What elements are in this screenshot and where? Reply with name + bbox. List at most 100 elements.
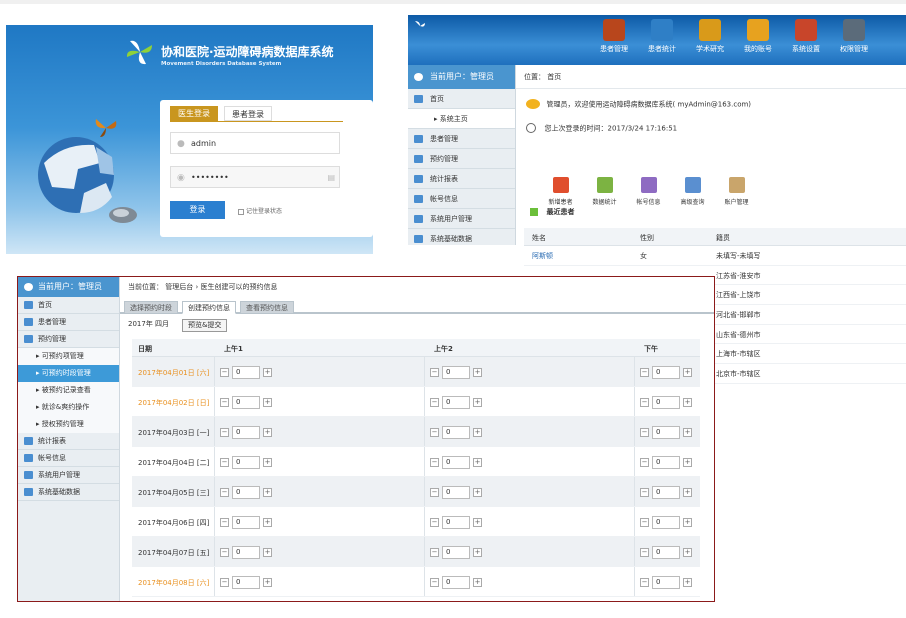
sidebar-item[interactable]: 帐号信息 bbox=[408, 189, 515, 209]
increment-button[interactable]: + bbox=[683, 487, 692, 497]
slot-count-input[interactable]: 0 bbox=[652, 545, 680, 559]
sidebar-item[interactable]: 系统基础数据 bbox=[408, 229, 515, 245]
decrement-button[interactable]: − bbox=[430, 517, 439, 527]
decrement-button[interactable]: − bbox=[640, 397, 649, 407]
nav-permissions[interactable]: 权限管理 bbox=[826, 19, 882, 54]
decrement-button[interactable]: − bbox=[220, 457, 229, 467]
slot-count-input[interactable]: 0 bbox=[442, 515, 470, 529]
slot-count-input[interactable]: 0 bbox=[442, 395, 470, 409]
decrement-button[interactable]: − bbox=[640, 367, 649, 377]
decrement-button[interactable]: − bbox=[430, 367, 439, 377]
increment-button[interactable]: + bbox=[683, 547, 692, 557]
quick-action[interactable]: 账户管理 bbox=[714, 177, 759, 206]
increment-button[interactable]: + bbox=[263, 457, 272, 467]
decrement-button[interactable]: − bbox=[220, 517, 229, 527]
decrement-button[interactable]: − bbox=[430, 577, 439, 587]
increment-button[interactable]: + bbox=[473, 547, 482, 557]
remember-login[interactable]: 记住登录状态 bbox=[238, 206, 282, 215]
increment-button[interactable]: + bbox=[263, 517, 272, 527]
sidebar-item[interactable]: ▸ 就诊&爽约操作 bbox=[18, 399, 119, 416]
slot-count-input[interactable]: 0 bbox=[442, 485, 470, 499]
sidebar-item[interactable]: ▸ 被预约记录查看 bbox=[18, 382, 119, 399]
sidebar-item[interactable]: ▸ 授权预约管理 bbox=[18, 416, 119, 433]
decrement-button[interactable]: − bbox=[430, 397, 439, 407]
decrement-button[interactable]: − bbox=[220, 427, 229, 437]
increment-button[interactable]: + bbox=[263, 577, 272, 587]
slot-count-input[interactable]: 0 bbox=[232, 455, 260, 469]
quick-action[interactable]: 新增患者 bbox=[538, 177, 583, 206]
decrement-button[interactable]: − bbox=[220, 547, 229, 557]
slot-count-input[interactable]: 0 bbox=[442, 455, 470, 469]
decrement-button[interactable]: − bbox=[430, 427, 439, 437]
slot-count-input[interactable]: 0 bbox=[652, 395, 680, 409]
sidebar-item[interactable]: ▸ 系统主页 bbox=[408, 109, 515, 129]
preview-submit-button[interactable]: 预览&提交 bbox=[182, 319, 228, 332]
slot-count-input[interactable]: 0 bbox=[232, 485, 260, 499]
increment-button[interactable]: + bbox=[683, 457, 692, 467]
patient-name[interactable]: 阿斯顿 bbox=[532, 251, 553, 261]
sidebar-item[interactable]: 患者管理 bbox=[18, 314, 119, 331]
increment-button[interactable]: + bbox=[473, 487, 482, 497]
decrement-button[interactable]: − bbox=[220, 577, 229, 587]
slot-count-input[interactable]: 0 bbox=[232, 545, 260, 559]
increment-button[interactable]: + bbox=[263, 547, 272, 557]
decrement-button[interactable]: − bbox=[640, 427, 649, 437]
sidebar-item[interactable]: 首页 bbox=[408, 89, 515, 109]
decrement-button[interactable]: − bbox=[430, 487, 439, 497]
slot-count-input[interactable]: 0 bbox=[652, 425, 680, 439]
slot-count-input[interactable]: 0 bbox=[652, 485, 680, 499]
increment-button[interactable]: + bbox=[473, 367, 482, 377]
username-input[interactable]: ● admin bbox=[170, 132, 340, 154]
decrement-button[interactable]: − bbox=[220, 487, 229, 497]
sidebar-item[interactable]: 系统用户管理 bbox=[408, 209, 515, 229]
slot-count-input[interactable]: 0 bbox=[442, 545, 470, 559]
increment-button[interactable]: + bbox=[263, 397, 272, 407]
tab-create-appointment[interactable]: 创建预约信息 bbox=[182, 301, 236, 314]
login-button[interactable]: 登录 bbox=[170, 201, 225, 219]
slot-count-input[interactable]: 0 bbox=[652, 515, 680, 529]
decrement-button[interactable]: − bbox=[640, 547, 649, 557]
tab-patient-login[interactable]: 患者登录 bbox=[224, 106, 272, 121]
slot-count-input[interactable]: 0 bbox=[652, 575, 680, 589]
slot-count-input[interactable]: 0 bbox=[442, 365, 470, 379]
increment-button[interactable]: + bbox=[683, 427, 692, 437]
keyboard-icon[interactable]: ▤ bbox=[327, 173, 335, 182]
sidebar-item[interactable]: 首页 bbox=[18, 297, 119, 314]
decrement-button[interactable]: − bbox=[640, 517, 649, 527]
decrement-button[interactable]: − bbox=[430, 547, 439, 557]
slot-count-input[interactable]: 0 bbox=[442, 425, 470, 439]
sidebar-item[interactable]: 统计报表 bbox=[18, 433, 119, 450]
increment-button[interactable]: + bbox=[473, 427, 482, 437]
quick-action[interactable]: 数据统计 bbox=[582, 177, 627, 206]
decrement-button[interactable]: − bbox=[640, 487, 649, 497]
decrement-button[interactable]: − bbox=[640, 577, 649, 587]
increment-button[interactable]: + bbox=[473, 517, 482, 527]
decrement-button[interactable]: − bbox=[220, 397, 229, 407]
sidebar-item[interactable]: ▸ 可预约项管理 bbox=[18, 348, 119, 365]
increment-button[interactable]: + bbox=[683, 517, 692, 527]
increment-button[interactable]: + bbox=[683, 397, 692, 407]
slot-count-input[interactable]: 0 bbox=[652, 455, 680, 469]
decrement-button[interactable]: − bbox=[640, 457, 649, 467]
sidebar-item[interactable]: 帐号信息 bbox=[18, 450, 119, 467]
decrement-button[interactable]: − bbox=[220, 367, 229, 377]
slot-count-input[interactable]: 0 bbox=[652, 365, 680, 379]
sidebar-item[interactable]: 系统基础数据 bbox=[18, 484, 119, 501]
password-input[interactable]: ◉ •••••••• ▤ bbox=[170, 166, 340, 188]
slot-count-input[interactable]: 0 bbox=[442, 575, 470, 589]
slot-count-input[interactable]: 0 bbox=[232, 425, 260, 439]
slot-count-input[interactable]: 0 bbox=[232, 395, 260, 409]
tab-view-appointment[interactable]: 查看预约信息 bbox=[240, 301, 294, 314]
slot-count-input[interactable]: 0 bbox=[232, 365, 260, 379]
increment-button[interactable]: + bbox=[263, 427, 272, 437]
increment-button[interactable]: + bbox=[473, 457, 482, 467]
quick-action[interactable]: 高级查询 bbox=[670, 177, 715, 206]
slot-count-input[interactable]: 0 bbox=[232, 575, 260, 589]
increment-button[interactable]: + bbox=[473, 397, 482, 407]
sidebar-item[interactable]: 预约管理 bbox=[18, 331, 119, 348]
sidebar-item[interactable]: 患者管理 bbox=[408, 129, 515, 149]
tab-select-slot[interactable]: 选择预约时段 bbox=[124, 301, 178, 314]
increment-button[interactable]: + bbox=[683, 577, 692, 587]
sidebar-item[interactable]: 统计报表 bbox=[408, 169, 515, 189]
increment-button[interactable]: + bbox=[263, 367, 272, 377]
